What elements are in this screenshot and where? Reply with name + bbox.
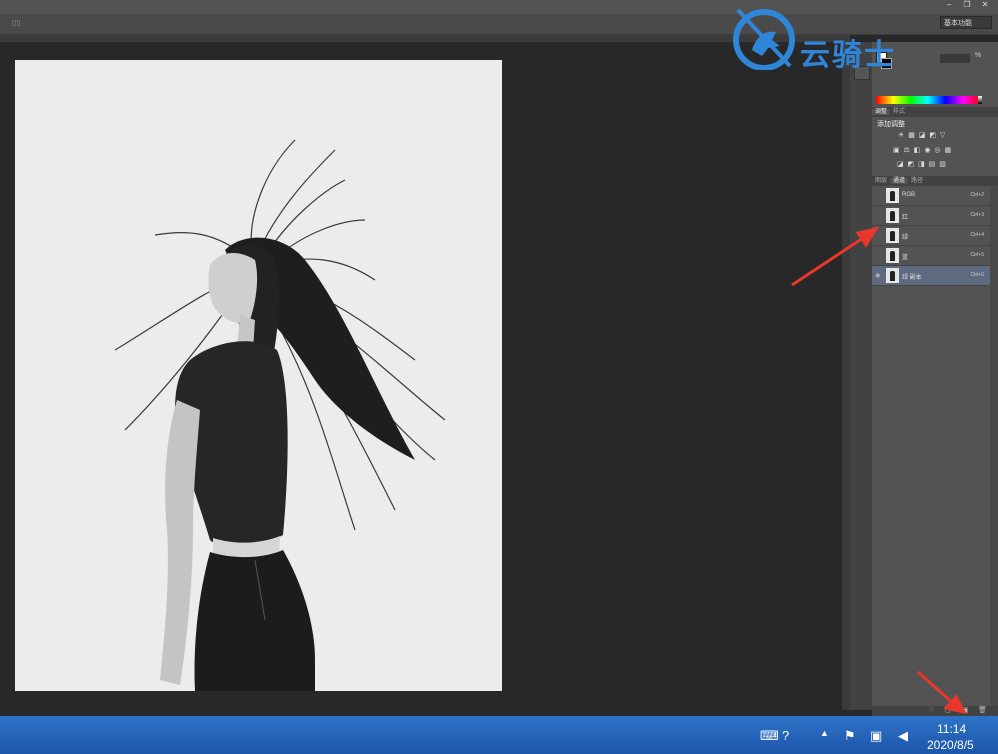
workspace-select[interactable]: 基本功能 <box>940 16 992 29</box>
maximize-icon[interactable]: ❐ <box>958 0 976 9</box>
watermark-logo <box>732 6 796 71</box>
channel-row-red[interactable]: 红 Ctrl+3 <box>872 206 990 226</box>
tab-channels[interactable]: 通道 <box>890 178 909 184</box>
channel-shortcut: Ctrl+2 <box>970 192 984 198</box>
channel-name: 绿 <box>902 235 909 241</box>
tab-styles[interactable]: 样式 <box>890 109 908 115</box>
channel-name: 蓝 <box>902 255 909 261</box>
flag-icon[interactable]: ⚑ <box>844 728 856 744</box>
visibility-toggle[interactable] <box>875 232 881 238</box>
channels-list: RGB Ctrl+2 红 Ctrl+3 绿 Ctrl+4 蓝 Ctrl+5 ◉ … <box>872 186 990 286</box>
visibility-toggle[interactable] <box>875 252 881 258</box>
panel-dock <box>872 42 998 710</box>
close-icon[interactable]: ✕ <box>976 0 994 9</box>
panel-icon-dock <box>850 42 872 710</box>
channel-name: RGB <box>902 192 916 198</box>
adjustment-icons-row-1[interactable]: ☀ ▦ ◪ ◩ ▽ <box>898 131 946 139</box>
color-value-field[interactable] <box>940 54 970 63</box>
tab-layers[interactable]: 图层 <box>872 178 890 184</box>
visibility-toggle[interactable] <box>875 192 881 198</box>
adjustments-tabbar: 调整 样式 <box>872 107 998 117</box>
watermark-text: 云骑士 <box>800 39 896 72</box>
channel-thumbnail <box>886 268 899 283</box>
channels-footer: ◌ ◻ ▣ 🗑 <box>872 706 998 716</box>
window-controls: – ❐ ✕ <box>940 0 998 12</box>
percent-label: % <box>975 52 982 59</box>
photo-woman-grayscale <box>15 60 502 691</box>
channel-row-blue[interactable]: 蓝 Ctrl+5 <box>872 246 990 266</box>
channel-shortcut: Ctrl+6 <box>970 272 984 278</box>
adjustments-title: 添加调整 <box>877 121 905 128</box>
chevron-up-icon[interactable]: ▲ <box>820 728 829 738</box>
channel-thumbnail <box>886 208 899 223</box>
color-spectrum-bw[interactable] <box>978 96 982 104</box>
menu-bar <box>0 0 998 14</box>
channels-tabbar: 图层 通道 路径 <box>872 176 998 186</box>
clock-date[interactable]: 2020/8/5 <box>927 738 974 752</box>
save-selection-icon[interactable]: ◻ <box>945 706 951 714</box>
trash-icon[interactable]: 🗑 <box>978 706 987 714</box>
tab-paths[interactable]: 路径 <box>908 178 926 184</box>
adjustment-icons-row-2[interactable]: ▣ ⚖ ◧ ◉ ◎ ▦ <box>893 146 952 154</box>
channel-shortcut: Ctrl+4 <box>970 232 984 238</box>
visibility-toggle[interactable] <box>875 212 881 218</box>
network-icon[interactable]: ▣ <box>870 728 882 744</box>
volume-icon[interactable]: ◀ <box>898 728 908 744</box>
adjustment-icons-row-3[interactable]: ◪ ◩ ◨ ▤ ▥ <box>897 160 947 168</box>
channel-row-green-copy[interactable]: ◉ 绿 副本 Ctrl+6 <box>872 266 990 286</box>
channel-name: 绿 副本 <box>902 275 922 281</box>
channel-shortcut: Ctrl+5 <box>970 252 984 258</box>
channel-row-rgb[interactable]: RGB Ctrl+2 <box>872 186 990 206</box>
keyboard-icon[interactable]: ⌨ <box>760 728 779 744</box>
load-selection-icon[interactable]: ◌ <box>929 706 933 713</box>
minimize-icon[interactable]: – <box>940 0 958 9</box>
channel-thumbnail <box>886 188 899 203</box>
clock-time[interactable]: 11:14 <box>937 722 966 736</box>
channels-scrollbar[interactable] <box>990 186 998 706</box>
channel-row-green[interactable]: 绿 Ctrl+4 <box>872 226 990 246</box>
tab-adjustments[interactable]: 调整 <box>872 109 891 115</box>
document-canvas[interactable] <box>15 60 502 691</box>
eye-icon[interactable]: ◉ <box>875 272 881 279</box>
channel-thumbnail <box>886 228 899 243</box>
color-spectrum[interactable] <box>876 96 980 104</box>
help-icon[interactable]: ? <box>782 728 789 743</box>
channel-name: 红 <box>902 215 909 221</box>
canvas-scrollbar[interactable] <box>842 42 850 710</box>
channel-shortcut: Ctrl+3 <box>970 212 984 218</box>
channel-thumbnail <box>886 248 899 263</box>
document-tab-strip <box>0 34 850 42</box>
new-channel-icon[interactable]: ▣ <box>962 706 969 714</box>
toolbar-grip-icon[interactable]: ▯▯ <box>12 18 21 27</box>
